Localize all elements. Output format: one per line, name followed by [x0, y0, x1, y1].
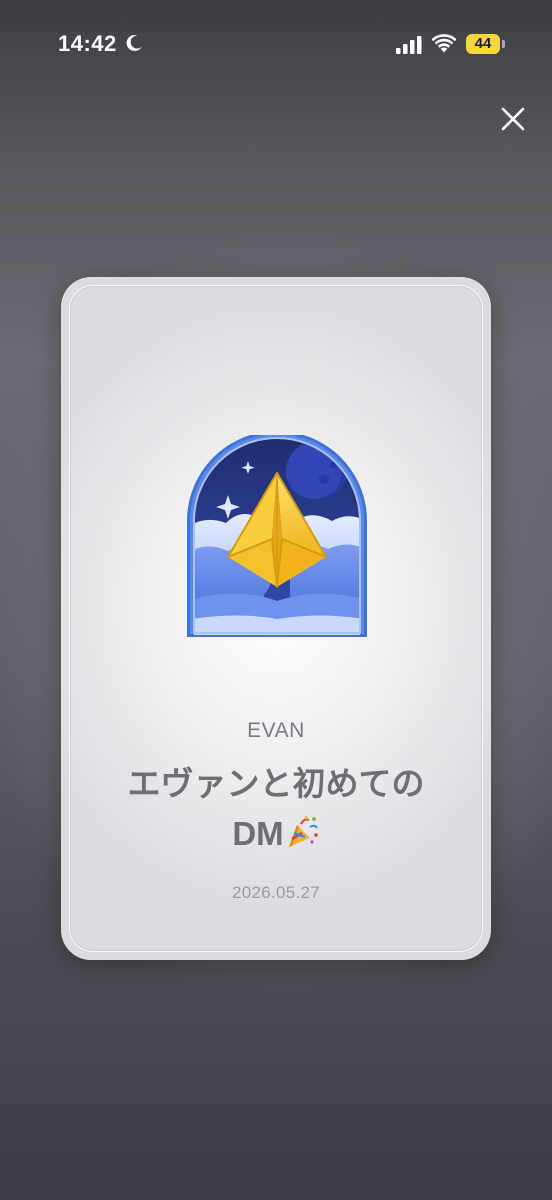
status-time: 14:42 — [58, 31, 117, 56]
card-title-line1: エヴァンと初めての — [127, 765, 425, 802]
card-date: 2026.05.27 — [231, 883, 321, 902]
battery-icon: 44 — [466, 34, 506, 54]
card-subtitle: EVAN — [247, 719, 305, 742]
signal-icon — [396, 36, 422, 54]
card-title: エヴァンと初めての DM — [81, 759, 471, 859]
wifi-icon — [432, 34, 456, 53]
close-icon[interactable] — [496, 102, 530, 136]
battery-level: 44 — [466, 34, 500, 54]
achievement-card: EVAN エヴァンと初めての DM 2026.05.27 — [61, 277, 491, 960]
card-title-line2: DM — [232, 815, 284, 852]
moon-icon — [126, 34, 142, 51]
status-bar: 14:42 44 — [0, 0, 552, 92]
party-popper-icon — [288, 815, 318, 847]
battery-tip — [502, 40, 505, 48]
paper-plane-badge-icon — [187, 435, 367, 637]
